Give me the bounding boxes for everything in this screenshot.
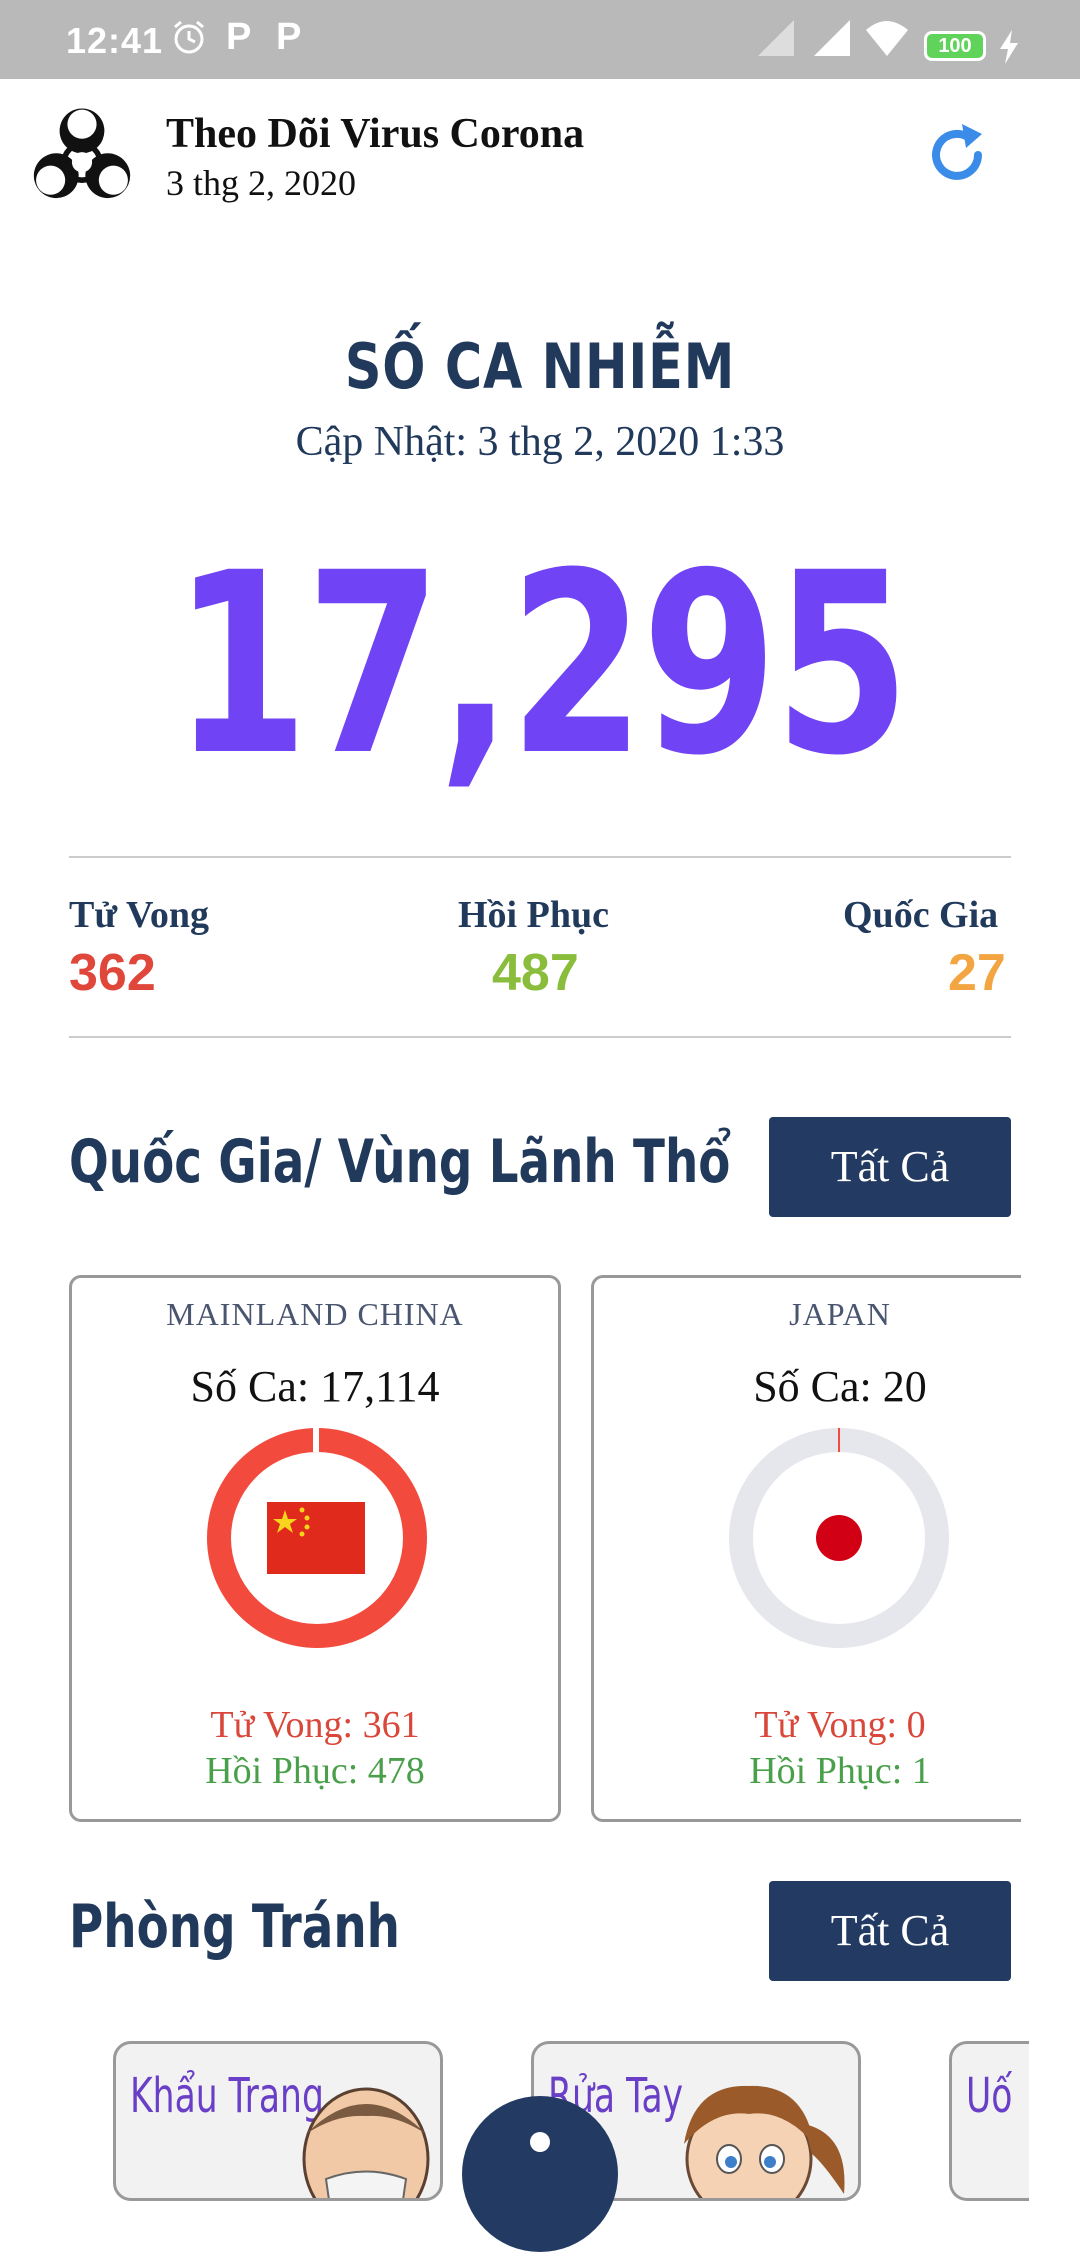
cases-title: SỐ CA NHIỄM bbox=[344, 330, 736, 403]
notification-p-icon-2: P bbox=[276, 16, 302, 58]
app-date: 3 thg 2, 2020 bbox=[166, 163, 357, 203]
countries-label: Quốc Gia bbox=[843, 894, 999, 936]
japan-cases-ring bbox=[729, 1428, 949, 1648]
info-fab-button[interactable] bbox=[462, 2096, 618, 2252]
country-name: JAPAN bbox=[789, 1296, 891, 1332]
country-card-japan[interactable]: JAPAN Số Ca: 20 Tử Vong: 0 Hồi Phục: 1 bbox=[591, 1275, 1021, 1822]
countries-value: 27 bbox=[948, 944, 1006, 1002]
china-cases-ring bbox=[207, 1428, 427, 1648]
charging-icon bbox=[1000, 30, 1018, 64]
countries-all-button[interactable]: Tất Cả bbox=[769, 1117, 1011, 1217]
updated-time: Cập Nhật: 3 thg 2, 2020 1:33 bbox=[295, 419, 785, 465]
status-time: 12:41 bbox=[66, 20, 164, 61]
mask-person-icon bbox=[302, 2087, 430, 2198]
divider-2 bbox=[69, 1036, 1011, 1038]
recovered-label: Hồi Phục bbox=[458, 894, 609, 936]
wifi-icon bbox=[866, 21, 908, 56]
prevention-all-button[interactable]: Tất Cả bbox=[769, 1881, 1011, 1981]
country-cases: Số Ca: 17,114 bbox=[190, 1362, 440, 1411]
country-recovered: Hồi Phục: 1 bbox=[749, 1750, 931, 1792]
battery-icon: 100 bbox=[924, 31, 986, 61]
refresh-icon[interactable] bbox=[922, 120, 992, 190]
total-cases: 17,295 bbox=[173, 519, 910, 810]
deaths-label: Tử Vong bbox=[69, 894, 210, 936]
signal-icon-2 bbox=[814, 20, 850, 56]
country-card-china[interactable]: MAINLAND CHINA Số Ca: 17,114 Tử Vong: 36… bbox=[69, 1275, 561, 1822]
notification-p-icon: P bbox=[226, 16, 252, 58]
prevention-card-mask[interactable]: Khẩu Trang bbox=[113, 2041, 443, 2201]
divider bbox=[69, 856, 1011, 858]
country-deaths: Tử Vong: 0 bbox=[754, 1704, 926, 1746]
info-icon bbox=[530, 2132, 550, 2152]
prevention-card-drink[interactable]: Uố bbox=[949, 2041, 1029, 2201]
countries-section-title: Quốc Gia/ Vùng Lãnh Thổ bbox=[69, 1127, 731, 1197]
country-cases: Số Ca: 20 bbox=[753, 1362, 927, 1411]
prevention-label: Uố bbox=[966, 2068, 1013, 2124]
country-name: MAINLAND CHINA bbox=[166, 1296, 464, 1332]
prevention-section-title: Phòng Tránh bbox=[69, 1892, 400, 1962]
recovered-value: 487 bbox=[492, 944, 579, 1002]
country-deaths: Tử Vong: 361 bbox=[210, 1704, 420, 1746]
china-flag-icon bbox=[267, 1502, 365, 1574]
biohazard-icon bbox=[33, 108, 131, 199]
app-title: Theo Dõi Virus Corona bbox=[166, 111, 585, 157]
status-bar: 12:41 P P 100 bbox=[0, 0, 1080, 79]
deaths-value: 362 bbox=[69, 944, 156, 1002]
alarm-icon bbox=[174, 20, 204, 54]
girl-illustration-icon bbox=[684, 2085, 845, 2198]
country-recovered: Hồi Phục: 478 bbox=[205, 1750, 425, 1792]
signal-icon bbox=[758, 20, 794, 56]
japan-flag-icon bbox=[816, 1515, 862, 1561]
